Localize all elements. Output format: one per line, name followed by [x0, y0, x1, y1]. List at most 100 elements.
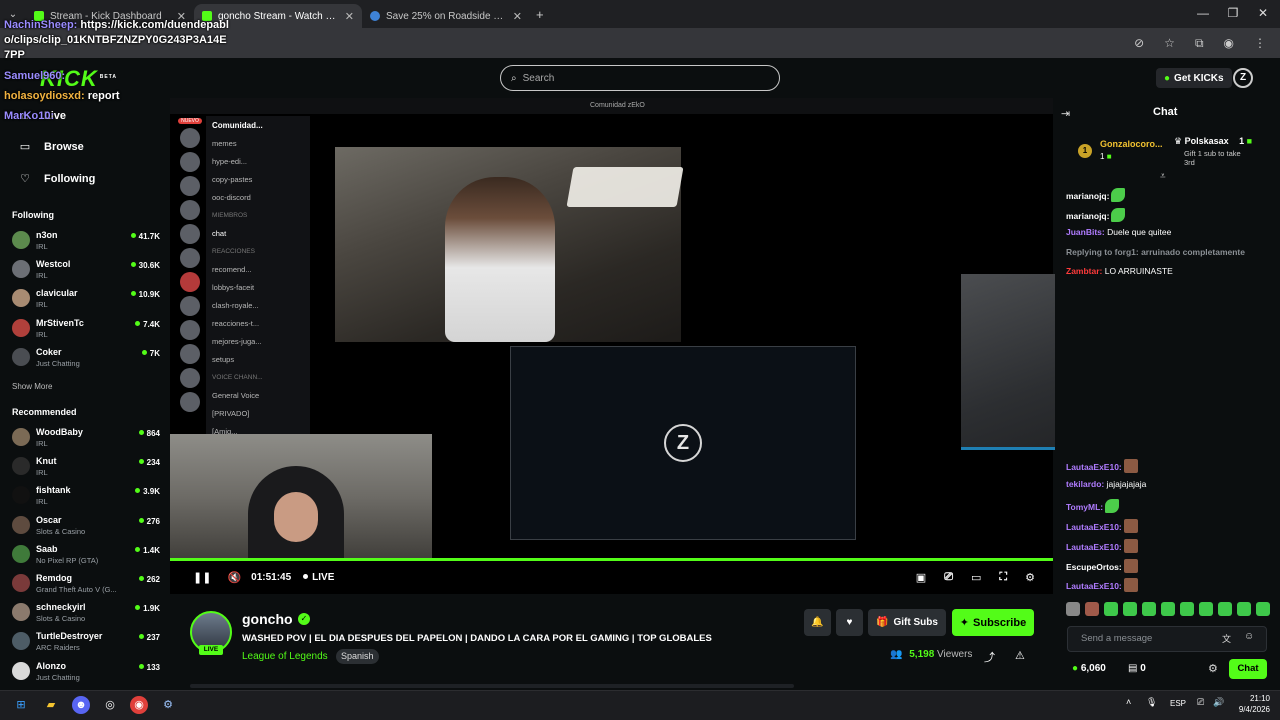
chat-message[interactable]: LautaaExE10:: [1066, 518, 1138, 533]
chat-message-input[interactable]: Send a message: [1067, 626, 1267, 652]
report-icon[interactable]: ⚠: [1015, 649, 1025, 662]
chat-username[interactable]: EscupeOrtos:: [1066, 562, 1122, 572]
volume-icon[interactable]: 🔊: [1213, 697, 1224, 708]
extensions-icon[interactable]: ⧉: [1195, 36, 1204, 51]
streamer-name[interactable]: goncho: [242, 611, 293, 627]
search-input[interactable]: ⌕ Search: [500, 65, 780, 91]
gift-subs-button[interactable]: 🎁 Gift Subs: [868, 609, 946, 636]
translate-icon[interactable]: 文: [1222, 632, 1231, 645]
close-tab-icon[interactable]: ✕: [345, 10, 354, 23]
pause-icon[interactable]: ❚❚: [193, 571, 211, 584]
sidebar-channel[interactable]: Knut IRL 234: [12, 454, 162, 482]
tray-overflow-icon[interactable]: ˄: [1126, 697, 1131, 707]
chat-message[interactable]: tekilardo: jajajajajaja: [1066, 479, 1146, 489]
obs-icon[interactable]: ◎: [101, 696, 119, 714]
chat-username[interactable]: JuanBits:: [1066, 227, 1105, 237]
close-tab-icon[interactable]: ✕: [513, 10, 522, 23]
settings-gear-icon[interactable]: ⚙: [1025, 571, 1035, 584]
kicks-balance[interactable]: ● 6,060: [1072, 663, 1106, 674]
channel-points[interactable]: ▤ 0: [1128, 663, 1146, 674]
emote-icon[interactable]: [1256, 602, 1270, 616]
nav-following[interactable]: ♡ Following: [16, 172, 95, 186]
eye-off-icon[interactable]: ⊘: [1134, 36, 1144, 51]
chat-username[interactable]: LautaaExE10:: [1066, 542, 1122, 552]
get-kicks-button[interactable]: ● Get KICKs: [1156, 68, 1232, 88]
sidebar-channel[interactable]: schneckyirl Slots & Casino 1.9K: [12, 600, 162, 628]
chat-username[interactable]: TomyML:: [1066, 502, 1103, 512]
emote-icon[interactable]: [1199, 602, 1213, 616]
sidebar-channel[interactable]: Oscar Slots & Casino 276: [12, 513, 162, 541]
follow-heart-button[interactable]: ♥: [836, 609, 863, 636]
tab-roadside-research[interactable]: Save 25% on Roadside Research ✕: [362, 4, 530, 28]
chat-username[interactable]: Replying to forg1: arruinado completamen…: [1066, 247, 1245, 257]
chat-username[interactable]: tekilardo:: [1066, 479, 1104, 489]
file-explorer-icon[interactable]: ▰: [42, 696, 60, 714]
subscribe-button[interactable]: ✦ Subscribe: [952, 609, 1034, 636]
chat-username[interactable]: LautaaExE10:: [1066, 462, 1122, 472]
steam-icon[interactable]: ⚙: [159, 696, 177, 714]
language-indicator[interactable]: ESP: [1170, 699, 1186, 708]
tab-menu-icon[interactable]: ⌄: [0, 9, 26, 20]
emoji-picker-icon[interactable]: ☺: [1244, 631, 1254, 642]
mute-icon[interactable]: 🔇: [227, 571, 241, 584]
emote-icon[interactable]: [1161, 602, 1175, 616]
show-more-link[interactable]: Show More: [12, 382, 52, 391]
chat-message[interactable]: JuanBits: Duele que quitee: [1066, 227, 1171, 237]
network-icon[interactable]: ⎚: [1197, 697, 1204, 708]
sidebar-channel[interactable]: clavicular IRL 10.9K: [12, 286, 162, 314]
sidebar-channel[interactable]: WoodBaby IRL 864: [12, 425, 162, 453]
emote-icon[interactable]: [1123, 602, 1137, 616]
sidebar-channel[interactable]: Saab No Pixel RP (GTA) 1.4K: [12, 542, 162, 570]
top-gifter[interactable]: ♛ Polskasax 1 ■: [1174, 136, 1252, 147]
more-menu-icon[interactable]: ⋮: [1254, 36, 1266, 51]
sidebar-channel[interactable]: n3on IRL 41.7K: [12, 228, 162, 256]
maximize-icon[interactable]: ❐: [1218, 6, 1248, 20]
emote-icon[interactable]: [1218, 602, 1232, 616]
chat-message[interactable]: Replying to forg1: arruinado completamen…: [1066, 247, 1245, 257]
chat-message[interactable]: LautaaExE10:: [1066, 538, 1138, 553]
sidebar-channel[interactable]: Westcol IRL 30.6K: [12, 257, 162, 285]
emote-icon[interactable]: [1104, 602, 1118, 616]
chat-message[interactable]: marianojq:: [1066, 207, 1126, 222]
windows-start-icon[interactable]: ⊞: [12, 696, 30, 714]
leaderboard-user[interactable]: Gonzalocoro...: [1100, 139, 1163, 149]
language-tag[interactable]: Spanish: [336, 649, 379, 664]
collapse-chat-icon[interactable]: ⇥: [1061, 107, 1070, 120]
emote-icon[interactable]: [1237, 602, 1251, 616]
send-chat-button[interactable]: Chat: [1229, 659, 1267, 679]
sidebar-channel[interactable]: Alonzo Just Chatting 133: [12, 659, 162, 687]
profile-icon[interactable]: ◉: [1224, 36, 1234, 51]
chat-settings-icon[interactable]: ⚙: [1208, 662, 1218, 675]
microphone-icon[interactable]: 🎙: [1146, 697, 1157, 708]
chat-message[interactable]: EscupeOrtos:: [1066, 558, 1138, 573]
chat-username[interactable]: marianojq:: [1066, 211, 1109, 221]
notification-bell-button[interactable]: 🔔: [804, 609, 831, 636]
new-tab-button[interactable]: +: [536, 7, 544, 22]
miniplayer-icon[interactable]: ▣: [916, 571, 926, 584]
emote-icon[interactable]: [1180, 602, 1194, 616]
sidebar-channel[interactable]: fishtank IRL 3.9K: [12, 483, 162, 511]
sidebar-channel[interactable]: TurtleDestroyer ARC Raiders 237: [12, 629, 162, 657]
fullscreen-icon[interactable]: ⛶: [999, 571, 1007, 584]
share-icon[interactable]: ⤴: [984, 649, 995, 665]
emote-icon[interactable]: [1142, 602, 1156, 616]
clip-icon[interactable]: ⎚: [944, 571, 953, 584]
close-window-icon[interactable]: ✕: [1248, 6, 1278, 20]
chat-username[interactable]: marianojq:: [1066, 191, 1109, 201]
chat-message[interactable]: Zambtar: LO ARRUINASTE: [1066, 266, 1173, 276]
sidebar-channel[interactable]: Coker Just Chatting 7K: [12, 345, 162, 373]
expand-leaderboard-icon[interactable]: ⩡: [1160, 171, 1166, 182]
chat-message[interactable]: marianojq:: [1066, 188, 1126, 202]
discord-icon[interactable]: ☻: [72, 696, 90, 714]
chat-message[interactable]: LautaaExE10:: [1066, 459, 1138, 473]
emote-icon[interactable]: [1066, 602, 1080, 616]
chat-message[interactable]: LautaaExE10:: [1066, 578, 1138, 593]
chat-username[interactable]: LautaaExE10:: [1066, 522, 1122, 532]
emote-icon[interactable]: [1085, 602, 1099, 616]
sidebar-channel[interactable]: Remdog Grand Theft Auto V (G... 262: [12, 571, 162, 599]
theater-mode-icon[interactable]: ▭: [971, 571, 981, 584]
nav-browse[interactable]: ▭ Browse: [16, 140, 84, 154]
chrome-icon[interactable]: ◉: [130, 696, 148, 714]
chat-username[interactable]: LautaaExE10:: [1066, 581, 1122, 591]
sidebar-channel[interactable]: MrStivenTc IRL 7.4K: [12, 316, 162, 344]
